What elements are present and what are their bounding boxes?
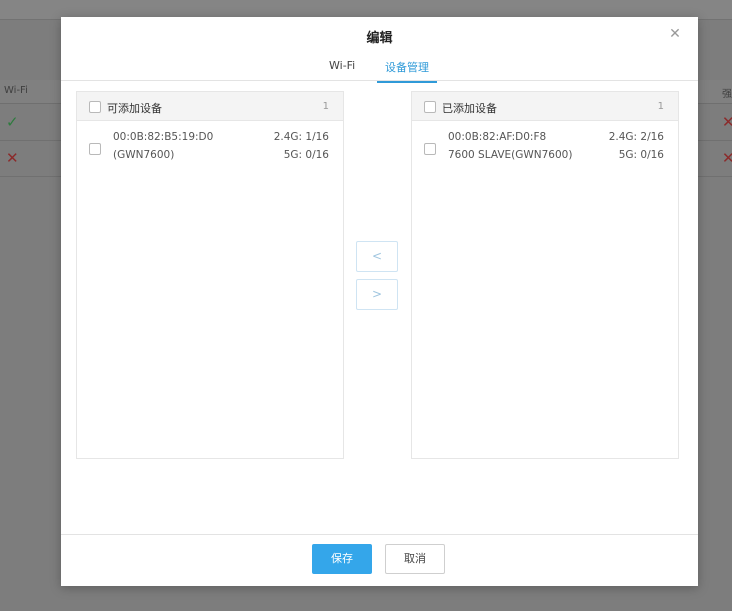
tab-wifi[interactable]: Wi-Fi bbox=[329, 59, 355, 78]
added-devices-header: 已添加设备 1 bbox=[412, 92, 678, 121]
device-mac: 00:0B:82:B5:19:D0 bbox=[113, 131, 214, 143]
device-band-5: 5G: 0/16 bbox=[283, 149, 329, 161]
dialog-title: 编辑 bbox=[366, 31, 393, 46]
added-devices-title: 已添加设备 bbox=[442, 102, 497, 115]
background-col-right: 强 bbox=[722, 89, 732, 100]
select-all-added-checkbox[interactable] bbox=[424, 101, 436, 113]
dialog-footer: 保存 取消 bbox=[61, 534, 698, 586]
check-icon: ✓ bbox=[6, 113, 19, 131]
device-checkbox[interactable] bbox=[89, 143, 101, 155]
cancel-button[interactable]: 取消 bbox=[385, 544, 445, 574]
cross-icon: ✕ bbox=[722, 149, 732, 167]
close-icon[interactable]: ✕ bbox=[666, 25, 684, 43]
device-band-5: 5G: 0/16 bbox=[618, 149, 664, 161]
available-devices-count: 1 bbox=[322, 101, 329, 112]
added-devices-count: 1 bbox=[657, 101, 664, 112]
device-mac: 00:0B:82:AF:D0:F8 bbox=[448, 131, 547, 143]
cross-icon: ✕ bbox=[6, 149, 19, 167]
tab-device-management[interactable]: 设备管理 bbox=[377, 59, 437, 83]
move-right-button[interactable]: > bbox=[356, 279, 398, 310]
available-devices-title: 可添加设备 bbox=[107, 102, 162, 115]
tab-bar: Wi-Fi 设备管理 bbox=[61, 51, 698, 83]
list-item[interactable]: 00:0B:82:AF:D0:F8 7600 SLAVE(GWN7600) 2.… bbox=[412, 121, 678, 169]
device-checkbox[interactable] bbox=[424, 143, 436, 155]
edit-dialog: 编辑 ✕ Wi-Fi 设备管理 可添加设备 1 00:0B:82:B5:19:D… bbox=[61, 17, 698, 586]
device-band-24: 2.4G: 2/16 bbox=[608, 131, 664, 143]
select-all-available-checkbox[interactable] bbox=[89, 101, 101, 113]
available-devices-panel: 可添加设备 1 00:0B:82:B5:19:D0 (GWN7600) 2.4G… bbox=[76, 91, 344, 459]
added-devices-panel: 已添加设备 1 00:0B:82:AF:D0:F8 7600 SLAVE(GWN… bbox=[411, 91, 679, 459]
device-band-24: 2.4G: 1/16 bbox=[273, 131, 329, 143]
available-devices-header: 可添加设备 1 bbox=[77, 92, 343, 121]
cross-icon: ✕ bbox=[722, 113, 732, 131]
device-name: (GWN7600) bbox=[113, 149, 175, 161]
list-item[interactable]: 00:0B:82:B5:19:D0 (GWN7600) 2.4G: 1/16 5… bbox=[77, 121, 343, 169]
save-button[interactable]: 保存 bbox=[312, 544, 372, 574]
move-left-button[interactable]: < bbox=[356, 241, 398, 272]
device-name: 7600 SLAVE(GWN7600) bbox=[448, 149, 573, 161]
background-col-wifi: Wi-Fi bbox=[4, 85, 28, 96]
